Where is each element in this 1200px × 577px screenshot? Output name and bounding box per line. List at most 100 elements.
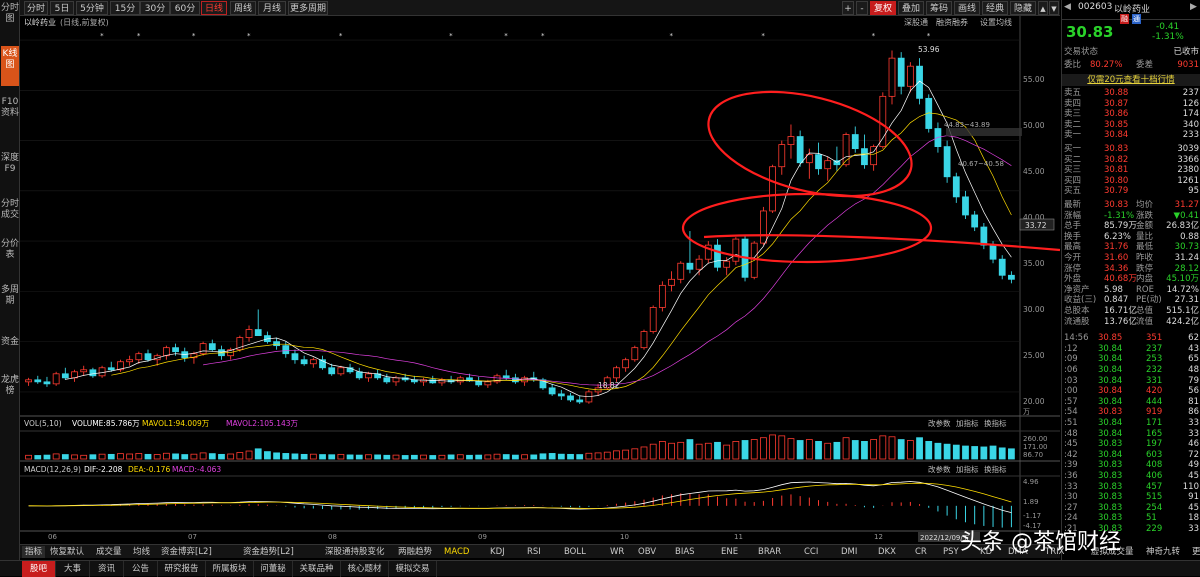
status-tab-2[interactable]: 资讯 bbox=[90, 561, 124, 577]
indicator-tab-1[interactable]: 恢复默认 bbox=[50, 546, 84, 558]
event-marker[interactable]: * bbox=[872, 32, 876, 40]
indicator-tab-5[interactable]: 资金趋势[L2] bbox=[243, 546, 294, 558]
indicator-tab-12[interactable]: WR bbox=[610, 546, 624, 558]
event-marker[interactable]: * bbox=[927, 32, 931, 40]
event-marker[interactable]: * bbox=[137, 32, 141, 40]
period-button-5day[interactable]: 5日 bbox=[50, 1, 74, 15]
status-tab-1[interactable]: 大事 bbox=[56, 561, 90, 577]
indicator-tab-21[interactable]: PSY bbox=[943, 546, 959, 558]
volume-bar bbox=[530, 454, 538, 460]
event-marker[interactable]: * bbox=[761, 32, 765, 40]
indicator-tab-10[interactable]: RSI bbox=[527, 546, 541, 558]
indicator-tab-26[interactable]: 神奇九转 bbox=[1146, 546, 1180, 558]
classic-button[interactable]: 经典 bbox=[982, 1, 1008, 15]
indicator-tab-6[interactable]: 深股通持股变化 bbox=[325, 546, 385, 558]
period-button-15min[interactable]: 15分钟 bbox=[110, 1, 140, 28]
vol-edit-params[interactable]: 改参数 bbox=[928, 418, 951, 428]
period-button-30min[interactable]: 30分钟 bbox=[140, 1, 170, 28]
period-button-weekly[interactable]: 周线 bbox=[230, 1, 256, 15]
status-tab-7[interactable]: 关联品种 bbox=[293, 561, 341, 577]
event-marker[interactable]: * bbox=[339, 32, 343, 40]
zoom-in-button[interactable]: + bbox=[842, 1, 854, 15]
period-button-fenshi[interactable]: 分时 bbox=[24, 1, 48, 15]
status-tab-3[interactable]: 公告 bbox=[124, 561, 158, 577]
tick-row: 14:56 30.85 351 62 bbox=[1064, 333, 1199, 344]
margin-trading-link[interactable]: 融资融券 bbox=[936, 17, 968, 27]
sidebar-item-dragon-tiger[interactable]: 龙虎榜 bbox=[1, 372, 19, 412]
event-marker[interactable]: * bbox=[192, 32, 196, 40]
volume-bar bbox=[98, 453, 106, 460]
sidebar-item-price-table[interactable]: 分价表 bbox=[1, 236, 19, 276]
event-marker[interactable]: * bbox=[541, 32, 545, 40]
indicator-tab-7[interactable]: 两融趋势 bbox=[398, 546, 432, 558]
indicator-tab-13[interactable]: OBV bbox=[638, 546, 656, 558]
status-tab-5[interactable]: 所属板块 bbox=[206, 561, 254, 577]
macd-change-indicator[interactable]: 换指标 bbox=[984, 464, 1007, 474]
chips-button[interactable]: 筹码 bbox=[926, 1, 952, 15]
period-button-daily[interactable]: 日线 bbox=[201, 1, 227, 15]
sidebar-item-kline[interactable]: K线图 bbox=[1, 46, 19, 86]
indicator-tab-17[interactable]: CCI bbox=[804, 546, 818, 558]
volume-bar bbox=[842, 437, 850, 460]
indicator-tab-4[interactable]: 资金博弈[L2] bbox=[161, 546, 212, 558]
sidebar-item-depth[interactable]: 深度F9 bbox=[1, 150, 19, 190]
chart-stock-sublabel: (日线,前复权) bbox=[60, 17, 109, 27]
indicator-tab-11[interactable]: BOLL bbox=[564, 546, 586, 558]
indicator-tab-3[interactable]: 均线 bbox=[133, 546, 150, 558]
arrow-up-icon[interactable]: ▲ bbox=[1038, 1, 1048, 15]
set-ma-link[interactable]: 设置均线 bbox=[980, 17, 1012, 27]
kline-chart-svg[interactable]: 以岭药业 (日线,前复权) 深股通 融资融券 设置均线 171.0086.70 … bbox=[20, 16, 1061, 544]
status-tab-6[interactable]: 问董秘 bbox=[254, 561, 293, 577]
macd-add-indicator[interactable]: 加指标 bbox=[956, 464, 979, 474]
sidebar-item-funds[interactable]: 资金 bbox=[1, 334, 19, 360]
hk-connect-link[interactable]: 深股通 bbox=[904, 17, 928, 27]
macd-edit-params[interactable]: 改参数 bbox=[928, 464, 951, 474]
period-button-more[interactable]: 更多周期 bbox=[288, 1, 328, 15]
zoom-out-button[interactable]: - bbox=[856, 1, 868, 15]
macd-hist-value: MACD:-4.063 bbox=[172, 465, 221, 474]
adjust-button[interactable]: 复权 bbox=[870, 1, 896, 15]
event-marker[interactable]: * bbox=[504, 32, 508, 40]
indicator-tab-0[interactable]: 指标 bbox=[22, 546, 46, 558]
next-stock-icon[interactable]: ▶ bbox=[1190, 2, 1197, 12]
indicator-tab-8[interactable]: MACD bbox=[444, 546, 469, 558]
status-tab-0[interactable]: 股吧 bbox=[22, 561, 56, 577]
indicator-tab-15[interactable]: ENE bbox=[721, 546, 738, 558]
event-marker[interactable]: * bbox=[247, 32, 251, 40]
event-marker[interactable]: * bbox=[100, 32, 104, 40]
draw-line-button[interactable]: 画线 bbox=[954, 1, 980, 15]
event-marker[interactable]: * bbox=[449, 32, 453, 40]
volume-bar bbox=[897, 439, 905, 460]
indicator-tab-19[interactable]: DKX bbox=[878, 546, 896, 558]
indicator-tab-14[interactable]: BIAS bbox=[675, 546, 695, 558]
volume-bar bbox=[557, 453, 565, 460]
hide-button[interactable]: 隐藏 bbox=[1010, 1, 1036, 15]
event-marker[interactable]: * bbox=[670, 32, 674, 40]
sidebar-item-multi-period[interactable]: 多周期 bbox=[1, 282, 19, 322]
candle-body bbox=[291, 353, 299, 361]
candle-body bbox=[897, 57, 905, 87]
indicator-tab-20[interactable]: CR bbox=[915, 546, 927, 558]
vol-add-indicator[interactable]: 加指标 bbox=[956, 418, 979, 428]
sidebar-item-fenshi[interactable]: 分时图 bbox=[1, 0, 19, 40]
indicator-tab-2[interactable]: 成交量 bbox=[96, 546, 122, 558]
status-tab-4[interactable]: 研究报告 bbox=[158, 561, 206, 577]
vol-change-indicator[interactable]: 换指标 bbox=[984, 418, 1007, 428]
sidebar-item-f10[interactable]: F10资料 bbox=[1, 94, 19, 144]
indicator-tab-18[interactable]: DMI bbox=[841, 546, 857, 558]
status-tab-9[interactable]: 模拟交易 bbox=[389, 561, 437, 577]
volume-bar bbox=[677, 441, 685, 460]
ten-level-promo-link[interactable]: 仅需20元查看十档行情 bbox=[1062, 74, 1200, 86]
period-button-60min[interactable]: 60分钟 bbox=[170, 1, 200, 28]
overlay-button[interactable]: 叠加 bbox=[898, 1, 924, 15]
volume-bar bbox=[89, 454, 97, 460]
arrow-down-icon[interactable]: ▼ bbox=[1049, 1, 1059, 15]
kline-chart-area[interactable]: 以岭药业 (日线,前复权) 深股通 融资融券 设置均线 171.00 86.70 … bbox=[20, 16, 1061, 544]
indicator-tab-9[interactable]: KDJ bbox=[490, 546, 505, 558]
period-button-5min[interactable]: 5分钟 bbox=[76, 1, 108, 15]
indicator-tab-27[interactable]: 更多指标 bbox=[1192, 546, 1200, 558]
status-tab-8[interactable]: 核心题材 bbox=[341, 561, 389, 577]
indicator-tab-16[interactable]: BRAR bbox=[758, 546, 781, 558]
prev-stock-icon[interactable]: ◀ bbox=[1064, 2, 1071, 12]
period-button-monthly[interactable]: 月线 bbox=[258, 1, 286, 15]
